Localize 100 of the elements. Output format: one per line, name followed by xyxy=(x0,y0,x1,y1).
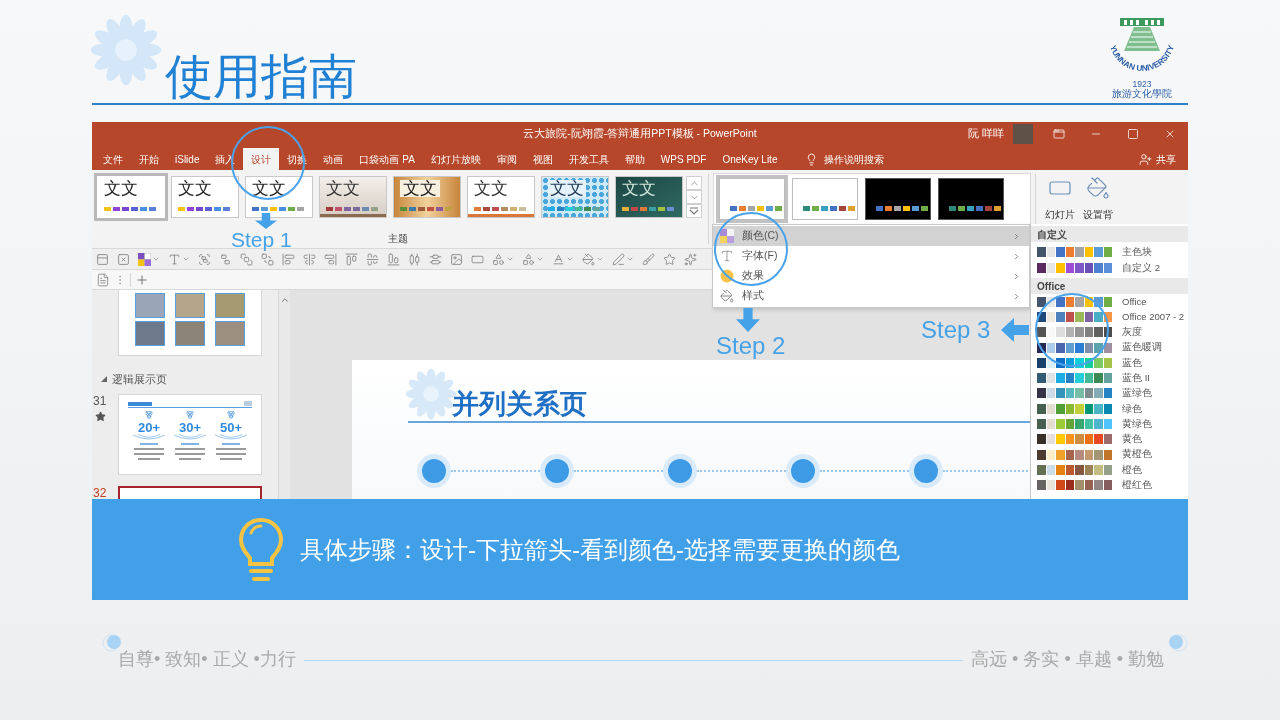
toolbar-button[interactable] xyxy=(366,252,379,266)
toolbar-button[interactable] xyxy=(522,252,544,266)
ribbon-tab[interactable]: 帮助 xyxy=(616,148,653,170)
tell-me-search[interactable]: 操作说明搜索 xyxy=(805,148,885,170)
menu-item[interactable]: 效果 xyxy=(713,266,1029,286)
toolbar-button[interactable] xyxy=(612,252,634,266)
toolbar-button[interactable] xyxy=(168,252,190,266)
color-scheme-item[interactable]: 灰度 xyxy=(1031,324,1188,340)
color-scheme-item[interactable]: 蓝色 xyxy=(1031,355,1188,371)
scroll-up-icon[interactable] xyxy=(279,295,290,305)
color-scheme-item[interactable]: Office xyxy=(1031,294,1188,310)
toolbar-button[interactable] xyxy=(492,252,514,266)
customize-button[interactable]: 设置背 xyxy=(1082,176,1114,220)
toolbar-button[interactable] xyxy=(198,252,211,266)
photo-placeholder xyxy=(215,321,245,346)
toolbar-button[interactable] xyxy=(117,252,130,266)
photo-placeholder xyxy=(135,321,165,346)
toolbar-button[interactable] xyxy=(429,252,442,266)
group-icon xyxy=(198,252,211,266)
theme-thumbnail[interactable]: 文文 xyxy=(97,176,165,218)
toolbar-button[interactable] xyxy=(345,252,358,266)
scroll-up-button[interactable] xyxy=(686,176,702,190)
toolbar-button[interactable] xyxy=(324,252,337,266)
variant-thumbnail[interactable] xyxy=(792,178,858,220)
toolbar-button[interactable] xyxy=(303,252,316,266)
maximize-icon xyxy=(1126,128,1139,140)
menu-item[interactable]: 颜色(C) xyxy=(713,226,1029,246)
variant-thumbnail[interactable] xyxy=(719,178,785,220)
toolbar-button[interactable] xyxy=(138,252,160,266)
ribbon-tab[interactable]: iSlide xyxy=(167,148,208,170)
toolbar-button[interactable] xyxy=(96,252,109,266)
theme-thumbnail[interactable]: 文文 xyxy=(171,176,239,218)
toolbar-button[interactable] xyxy=(663,252,676,266)
toolbar-button[interactable] xyxy=(282,252,295,266)
podium-arcs-icon xyxy=(132,434,166,440)
theme-thumbnail[interactable]: 文文 xyxy=(319,176,387,218)
caret-icon xyxy=(152,255,160,263)
ribbon-tab[interactable]: OneKey Lite xyxy=(714,148,786,170)
gallery-more-button[interactable] xyxy=(686,204,702,218)
photo-placeholder xyxy=(135,293,165,318)
ribbon-tab[interactable]: 口袋动画 PA xyxy=(351,148,423,170)
ribbon-tab[interactable]: 视图 xyxy=(524,148,561,170)
toolbar-button[interactable] xyxy=(582,252,604,266)
bring-forward-icon xyxy=(240,252,253,266)
layout-icon xyxy=(96,252,109,266)
customize-button[interactable]: 幻灯片 xyxy=(1044,176,1076,220)
lightbulb-icon xyxy=(238,516,284,583)
menu-item[interactable]: 样式 xyxy=(713,286,1029,306)
share-button[interactable]: 共享 xyxy=(1139,148,1176,170)
color-scheme-item[interactable]: 橙红色 xyxy=(1031,477,1188,493)
align-middle-icon xyxy=(366,252,379,266)
down-arrow-icon xyxy=(736,308,760,332)
color-scheme-item[interactable]: 蓝色暖调 xyxy=(1031,339,1188,356)
variant-thumbnail[interactable] xyxy=(938,178,1004,220)
group-label: 主题 xyxy=(388,234,408,244)
medal-icon xyxy=(145,411,153,419)
color-scheme-item[interactable]: 黄绿色 xyxy=(1031,416,1188,432)
color-scheme-item[interactable]: 自定义 2 xyxy=(1031,260,1188,276)
theme-thumbnail[interactable]: 文文 xyxy=(467,176,535,218)
theme-thumbnail[interactable]: 文文 xyxy=(541,176,609,218)
toolbar-button[interactable] xyxy=(450,252,463,266)
color-scheme-item[interactable]: 主色块 xyxy=(1031,244,1188,260)
ribbon-tab[interactable]: 开发工具 xyxy=(560,148,617,170)
podium-arcs-icon xyxy=(214,434,248,440)
ribbon-tab[interactable]: WPS PDF xyxy=(652,148,715,170)
menu-item[interactable]: 字体(F) xyxy=(713,246,1029,266)
color-scheme-item[interactable]: 蓝色 II xyxy=(1031,370,1188,386)
ribbon-tab[interactable]: 幻灯片放映 xyxy=(422,148,489,170)
toolbar-button[interactable] xyxy=(684,252,697,266)
slide-thumbnail[interactable]: 20+ 30+ 50+ xyxy=(118,394,262,475)
color-scheme-item[interactable]: 黄色 xyxy=(1031,431,1188,447)
square-x-icon xyxy=(117,252,130,266)
color-scheme-item[interactable]: 黄橙色 xyxy=(1031,446,1188,463)
timeline-node-icon xyxy=(663,454,697,488)
slide-number: 32 xyxy=(93,487,107,499)
toolbar-button[interactable] xyxy=(219,252,232,266)
theme-thumbnail[interactable]: 文文 xyxy=(245,176,313,218)
toolbar-button[interactable] xyxy=(96,272,110,287)
align-top-icon xyxy=(345,252,358,266)
ribbon-tab[interactable]: 审阅 xyxy=(488,148,525,170)
toolbar-button[interactable] xyxy=(408,252,421,266)
distribute-horizontal-icon xyxy=(408,252,421,266)
page-title: 使用指南 xyxy=(165,53,357,101)
theme-thumbnail[interactable]: 文文 xyxy=(615,176,683,218)
ribbon-tab[interactable]: 动画 xyxy=(315,148,352,170)
color-scheme-item[interactable]: 橙色 xyxy=(1031,462,1188,478)
variant-thumbnail[interactable] xyxy=(865,178,931,220)
more-chevron-icon xyxy=(689,207,699,215)
align-bottom-icon xyxy=(387,252,400,266)
collapse-triangle-icon[interactable] xyxy=(101,376,107,382)
toolbar-button[interactable] xyxy=(387,252,400,266)
ribbon-tab[interactable]: 开始 xyxy=(131,148,167,170)
theme-thumbnail[interactable]: 文文 xyxy=(393,176,461,218)
toolbar-button[interactable] xyxy=(261,252,274,266)
stat-value: 20+ xyxy=(137,421,161,434)
ribbon-tab[interactable]: 设计 xyxy=(243,148,280,170)
color-scheme-item[interactable]: Office 2007 - 2 xyxy=(1031,309,1188,325)
ribbon-tab[interactable]: 文件 xyxy=(95,148,131,170)
color-scheme-item[interactable]: 蓝绿色 xyxy=(1031,385,1188,402)
color-scheme-item[interactable]: 绿色 xyxy=(1031,401,1188,417)
